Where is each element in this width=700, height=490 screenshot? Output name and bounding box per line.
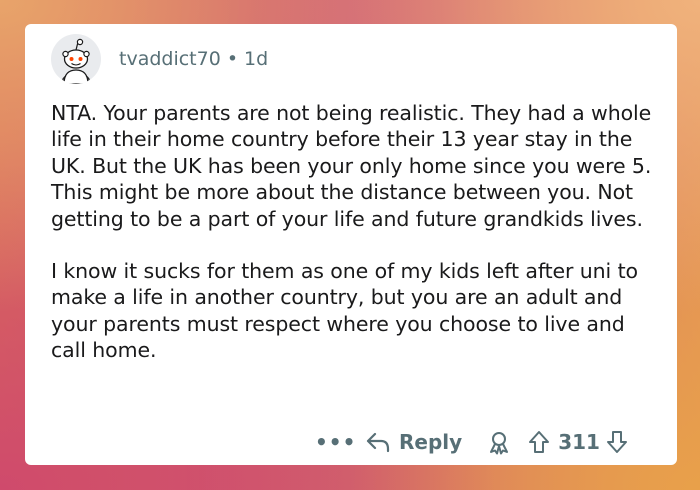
reply-label: Reply [399, 430, 463, 454]
reply-button[interactable]: Reply [365, 430, 462, 454]
comment-card: tvaddict70 • 1d NTA. Your parents are not … [25, 24, 677, 465]
snoo-avatar-icon [62, 38, 90, 84]
comment-paragraph: NTA. Your parents are not being realisti… [51, 101, 652, 231]
comment-body: NTA. Your parents are not being realisti… [51, 100, 663, 364]
vote-count: 311 [558, 430, 600, 454]
comment-paragraph: I know it sucks for them as one of my ki… [51, 259, 638, 363]
username-link[interactable]: tvaddict70 [119, 48, 221, 70]
downvote-arrow-icon[interactable] [606, 430, 628, 454]
comment-meta: tvaddict70 • 1d [119, 48, 268, 70]
award-button[interactable] [486, 429, 512, 455]
more-options-button[interactable]: ••• [315, 430, 355, 454]
reply-arrow-icon [366, 432, 390, 453]
upvote-arrow-icon[interactable] [528, 430, 550, 454]
meta-separator: • [226, 48, 239, 70]
comment-actions: ••• Reply 311 [315, 426, 628, 458]
award-icon [490, 432, 509, 455]
user-avatar[interactable] [51, 34, 101, 84]
timestamp[interactable]: 1d [244, 48, 268, 70]
vote-controls: 311 [528, 430, 628, 454]
